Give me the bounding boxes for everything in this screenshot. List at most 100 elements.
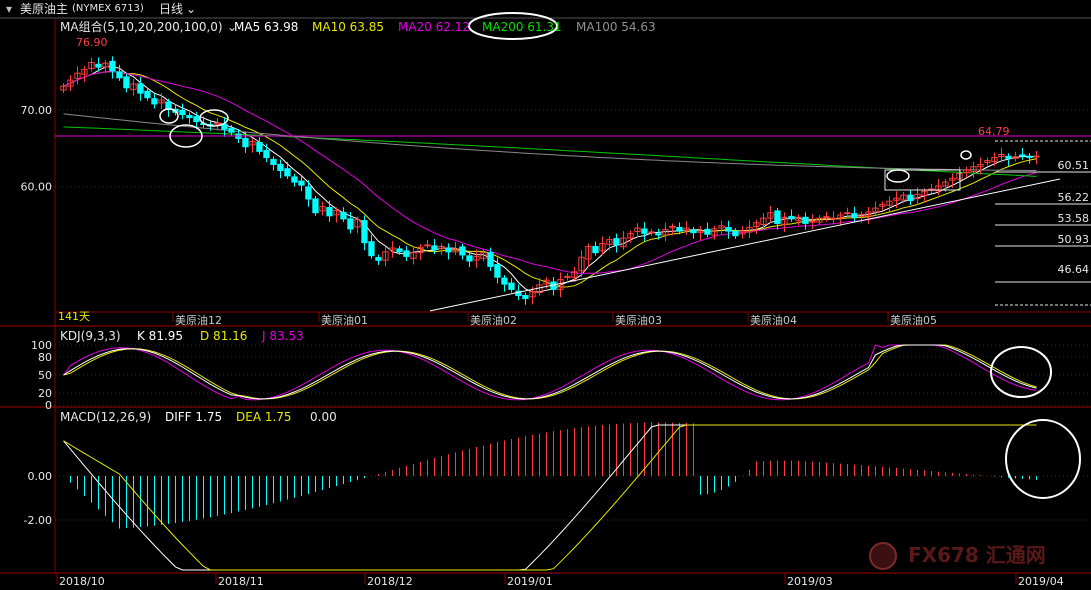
candle-body: [1026, 155, 1033, 159]
candle-body: [445, 247, 452, 253]
date-axis-label: 2018/11: [218, 575, 264, 588]
candle-body: [466, 255, 473, 262]
legend-item: MA10 63.85: [312, 20, 384, 34]
candle-body: [648, 231, 655, 234]
candle-body: [326, 207, 333, 217]
price-axis-label: 70.00: [21, 104, 53, 117]
kdj-axis-label: 50: [38, 369, 52, 382]
price-axis-label: 60.00: [21, 181, 53, 194]
legend-item: MA100 54.63: [576, 20, 656, 34]
candle-body: [228, 127, 235, 133]
candle-body: [1019, 154, 1026, 157]
level-price-label: 60.51: [1058, 159, 1090, 172]
contract-label: 美原油04: [750, 313, 797, 327]
ma100-line: [63, 113, 1037, 171]
legend-item: 0.00: [310, 410, 337, 424]
kdj-d-line: [63, 344, 1037, 400]
candle-body: [851, 213, 858, 218]
legend-item: DEA 1.75: [236, 410, 292, 424]
candle-body: [613, 238, 620, 246]
kdj-lines: [63, 344, 1037, 401]
candle-body: [368, 241, 375, 257]
menu-icon[interactable]: ▾: [6, 1, 12, 17]
chevron-down-icon[interactable]: ⌄: [186, 1, 196, 17]
recent-high-label: 64.79: [978, 125, 1010, 138]
kdj-k-line: [63, 344, 1037, 400]
macd-axis-label: 0.00: [28, 470, 53, 483]
candle-body: [123, 76, 130, 89]
high-price-label: 76.90: [76, 36, 108, 49]
legend-item: DIFF 1.75: [165, 410, 223, 424]
chart-canvas: 70.00 60.00 76.90 64.79 60.51 56.22 53.58 50.93…: [0, 12, 1091, 588]
legend-item: D 81.16: [200, 329, 248, 343]
candle-body: [774, 210, 781, 224]
date-axis-label: 2019/03: [787, 575, 833, 588]
date-axis-label: 2018/12: [367, 575, 413, 588]
candle-body: [242, 137, 249, 148]
candle-body: [431, 245, 438, 251]
candle-body: [256, 141, 263, 152]
candle-body: [305, 186, 312, 200]
trendlines: [55, 135, 1091, 312]
candle-body: [424, 244, 431, 247]
macd-histogram: [70, 422, 1037, 529]
candle-body: [823, 216, 830, 219]
candle-body: [1005, 155, 1012, 159]
macd-indicator-title[interactable]: MACD(12,26,9): [60, 409, 151, 425]
contract-label: 美原油01: [321, 313, 368, 327]
legend-item: MA200 61.31: [482, 20, 562, 34]
ma-indicator-title[interactable]: MA组合(5,10,20,200,100,0): [60, 19, 223, 35]
level-price-label: 53.58: [1058, 212, 1090, 225]
legend-item: MA5 63.98: [234, 20, 299, 34]
bar-count-label: 141天: [58, 310, 90, 323]
annotation-ellipse: [1005, 419, 1081, 499]
contract-label: 美原油02: [470, 313, 517, 327]
support-trendline: [429, 178, 1061, 312]
candle-body: [270, 158, 277, 165]
candle-body: [655, 233, 662, 236]
level-price-label: 46.64: [1058, 263, 1090, 276]
level-price-label: 50.93: [1058, 233, 1090, 246]
instrument-name[interactable]: 美原油主: [20, 1, 68, 17]
kdj-indicator-title[interactable]: KDJ(9,3,3): [60, 328, 121, 344]
candle-body: [690, 229, 697, 234]
fx678-logo-icon: [869, 542, 897, 570]
candle-body: [732, 230, 739, 237]
candle-body: [151, 98, 158, 105]
candle-body: [592, 246, 599, 254]
candle-body: [347, 218, 354, 230]
candle-body: [144, 90, 151, 99]
kdj-axis-label: 80: [38, 351, 52, 364]
candle-body: [641, 228, 648, 234]
candle-body: [284, 168, 291, 177]
legend-item: K 81.95: [137, 329, 184, 343]
candle-body: [361, 220, 368, 244]
kdj-j-line: [63, 344, 1037, 401]
period-selector[interactable]: 日线: [159, 1, 183, 17]
candle-body: [193, 116, 200, 122]
date-axis-label: 2018/10: [59, 575, 105, 588]
contract-label: 美原油03: [615, 313, 662, 327]
candle-body: [375, 257, 382, 261]
date-axis-label: 2019/04: [1018, 575, 1064, 588]
candle-body: [704, 228, 711, 235]
candle-body: [459, 246, 466, 256]
candle-body: [802, 216, 809, 224]
candle-body: [340, 211, 347, 220]
candle-body: [487, 252, 494, 267]
annotation-ellipse: [960, 150, 972, 160]
watermark-text: FX678 汇通网: [908, 543, 1046, 567]
candle-body: [844, 212, 851, 215]
candle-body: [907, 194, 914, 202]
candle-body: [109, 60, 116, 72]
candle-body: [277, 163, 284, 171]
moving-average-lines: [63, 66, 1037, 293]
candle-body: [186, 115, 193, 119]
candle-body: [312, 198, 319, 214]
candle-body: [263, 150, 270, 159]
candle-body: [137, 83, 144, 94]
candle-body: [396, 248, 403, 253]
candle-body: [788, 215, 795, 220]
annotation-ellipse: [886, 169, 910, 183]
legend-item: J 83.53: [262, 329, 304, 343]
